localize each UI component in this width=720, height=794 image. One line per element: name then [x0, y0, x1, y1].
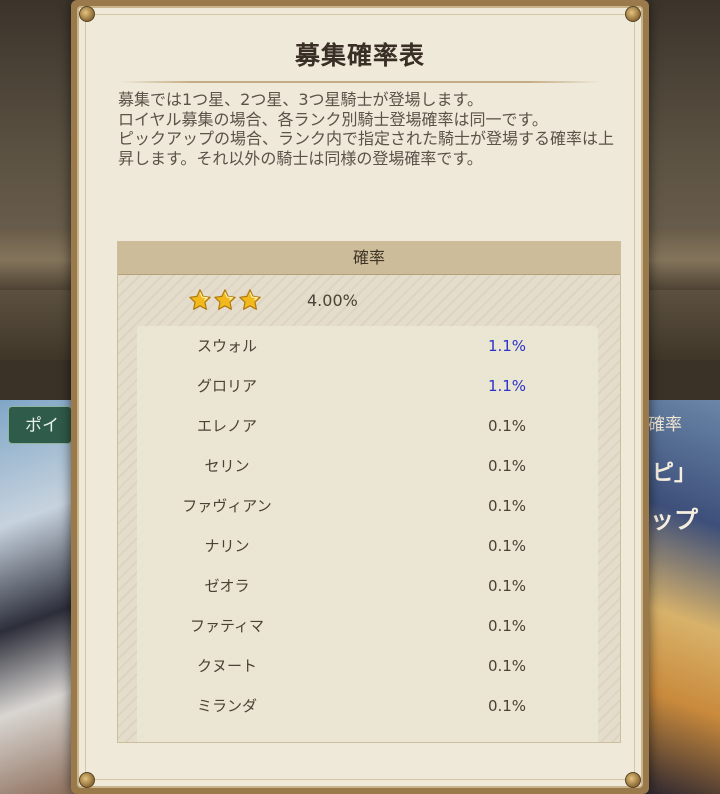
knight-row: セリン 0.1%: [137, 446, 598, 486]
knight-row: ゼオラ 0.1%: [137, 566, 598, 606]
corner-rivet: [625, 772, 641, 788]
description-line: ピックアップの場合、ランク内で指定された騎士が登場する確率は上昇します。それ以外…: [118, 129, 615, 168]
star-icon: [213, 288, 237, 312]
knight-name: ファヴィアン: [182, 497, 272, 515]
knight-rate: 0.1%: [487, 417, 527, 435]
knight-name: ミランダ: [196, 697, 257, 715]
banner-text-1: ピ」: [652, 461, 697, 486]
knight-name: セリン: [204, 457, 250, 475]
knight-rate: 1.1%: [487, 337, 527, 355]
corner-rivet: [79, 6, 95, 22]
knight-row: ミランダ 0.1%: [137, 686, 598, 726]
knight-name: スウォル: [196, 337, 257, 355]
rate-tab-label[interactable]: 確率: [648, 410, 682, 435]
title-divider: [119, 81, 601, 83]
rank-rate: 4.00%: [307, 291, 358, 310]
rank-row: 4.00%: [118, 274, 620, 324]
knight-rate: 0.1%: [487, 497, 527, 515]
knight-rate: 0.1%: [487, 577, 527, 595]
knight-row: ナリン 0.1%: [137, 526, 598, 566]
star-icon: [238, 288, 262, 312]
description-line: ロイヤル募集の場合、各ランク別騎士登場確率は同一です。: [118, 109, 548, 129]
knight-name: ナリン: [204, 537, 250, 555]
corner-rivet: [625, 6, 641, 22]
dialog-description: 募集では1つ星、2つ星、3つ星騎士が登場します。 ロイヤル募集の場合、各ランク別…: [118, 90, 618, 168]
knight-row: スウォル 1.1%: [137, 326, 598, 366]
banner-text-2: ップ: [650, 506, 698, 534]
knight-row: エレノア 0.1%: [137, 406, 598, 446]
knight-rate: 0.1%: [487, 697, 527, 715]
knight-name: クヌート: [196, 657, 257, 675]
rank-stars: [188, 288, 262, 312]
knight-rate: 1.1%: [487, 377, 527, 395]
dialog-title: 募集確率表: [294, 41, 425, 70]
description-line: 募集では1つ星、2つ星、3つ星騎士が登場します。: [118, 90, 483, 109]
knight-row: ファヴィアン 0.1%: [137, 486, 598, 526]
knight-rate: 0.1%: [487, 657, 527, 675]
knight-rate-list[interactable]: スウォル 1.1% グロリア 1.1% エレノア 0.1% セリン 0.1% ファヴィアン 0.1…: [137, 326, 598, 742]
knight-rate: 0.1%: [487, 457, 527, 475]
knight-name: ゼオラ: [204, 577, 250, 595]
knight-rate: 0.1%: [487, 537, 527, 555]
corner-rivet: [79, 772, 95, 788]
points-button[interactable]: ポイ: [8, 406, 72, 444]
table-header: 確率: [118, 242, 620, 275]
knight-row: グロリア 1.1%: [137, 366, 598, 406]
knight-row: ファティマ 0.1%: [137, 606, 598, 646]
star-icon: [188, 288, 212, 312]
knight-row: クヌート 0.1%: [137, 646, 598, 686]
knight-name: エレノア: [196, 417, 257, 435]
character-art-left: [0, 400, 80, 794]
knight-name: グロリア: [196, 377, 257, 395]
dialog-panel: 募集確率表 募集では1つ星、2つ星、3つ星騎士が登場します。 ロイヤル募集の場合…: [77, 6, 643, 788]
knight-name: ファティマ: [189, 617, 265, 635]
recruit-rate-dialog: 募集確率表 募集では1つ星、2つ星、3つ星騎士が登場します。 ロイヤル募集の場合…: [71, 0, 649, 794]
knight-rate: 0.1%: [487, 617, 527, 635]
rate-table[interactable]: 確率 4.00% スウォル 1.1% グロリア 1.1% エレノア 0.1% セリン 0.1%…: [117, 241, 621, 743]
